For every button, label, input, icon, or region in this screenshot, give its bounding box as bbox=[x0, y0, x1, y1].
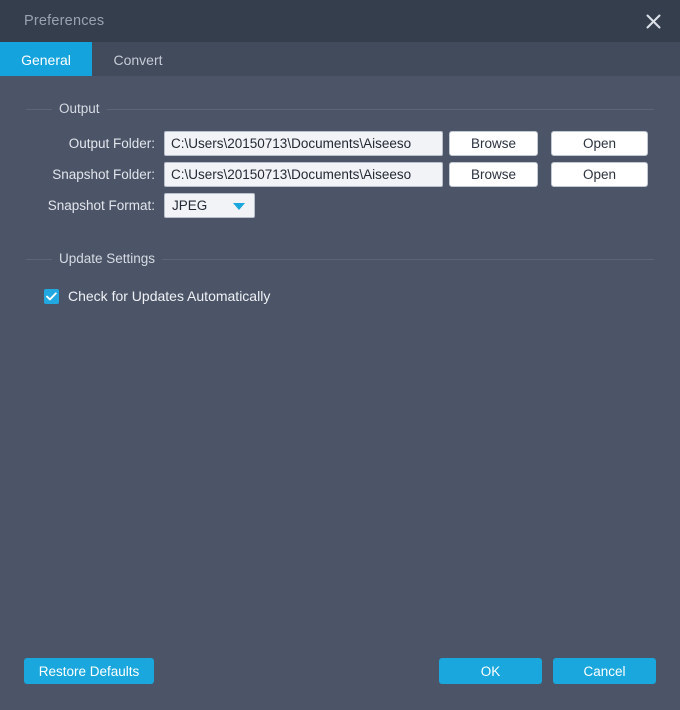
tab-bar: General Convert bbox=[0, 42, 680, 78]
check-updates-row[interactable]: Check for Updates Automatically bbox=[44, 288, 656, 304]
snapshot-format-select[interactable]: JPEG bbox=[164, 193, 255, 218]
snapshot-folder-row: Snapshot Folder: Browse Open bbox=[24, 161, 656, 188]
output-group-title: Output bbox=[52, 101, 107, 116]
title-bar: Preferences bbox=[0, 0, 680, 42]
snapshot-folder-open-button[interactable]: Open bbox=[551, 162, 648, 187]
snapshot-format-row: Snapshot Format: JPEG bbox=[24, 192, 656, 219]
ok-button[interactable]: OK bbox=[439, 658, 542, 684]
tab-general[interactable]: General bbox=[0, 42, 92, 78]
close-icon bbox=[645, 13, 662, 30]
tab-general-label: General bbox=[21, 52, 71, 68]
output-folder-row: Output Folder: Browse Open bbox=[24, 130, 656, 157]
check-updates-label: Check for Updates Automatically bbox=[68, 288, 271, 304]
preferences-content: Output Output Folder: Browse Open Snapsh… bbox=[0, 78, 680, 710]
update-settings-group: Update Settings Check for Updates Automa… bbox=[24, 250, 656, 304]
update-settings-group-title: Update Settings bbox=[52, 251, 163, 266]
window-title: Preferences bbox=[24, 13, 105, 29]
snapshot-folder-label: Snapshot Folder: bbox=[52, 167, 155, 182]
cancel-button[interactable]: Cancel bbox=[553, 658, 656, 684]
check-updates-checkbox[interactable] bbox=[44, 288, 59, 304]
output-group-frame bbox=[26, 100, 654, 119]
checkmark-icon bbox=[46, 291, 57, 301]
chevron-down-icon bbox=[233, 202, 245, 210]
snapshot-format-label: Snapshot Format: bbox=[47, 198, 155, 213]
restore-defaults-button[interactable]: Restore Defaults bbox=[24, 658, 154, 684]
output-folder-browse-button[interactable]: Browse bbox=[449, 131, 538, 156]
close-button[interactable] bbox=[626, 0, 680, 42]
dialog-footer: Restore Defaults OK Cancel bbox=[0, 632, 680, 710]
tab-convert-label: Convert bbox=[113, 52, 163, 68]
output-folder-input[interactable] bbox=[164, 131, 443, 156]
preferences-dialog: Preferences General Convert Output Outpu… bbox=[0, 0, 680, 710]
output-group: Output Output Folder: Browse Open Snapsh… bbox=[24, 100, 656, 219]
output-folder-open-button[interactable]: Open bbox=[551, 131, 648, 156]
output-group-body: Output Folder: Browse Open Snapshot Fold… bbox=[24, 118, 656, 219]
update-settings-group-body: Check for Updates Automatically bbox=[24, 268, 656, 304]
output-folder-label: Output Folder: bbox=[68, 136, 155, 151]
snapshot-folder-browse-button[interactable]: Browse bbox=[449, 162, 538, 187]
tab-convert[interactable]: Convert bbox=[92, 42, 184, 78]
snapshot-folder-input[interactable] bbox=[164, 162, 443, 187]
snapshot-format-value: JPEG bbox=[172, 198, 208, 213]
